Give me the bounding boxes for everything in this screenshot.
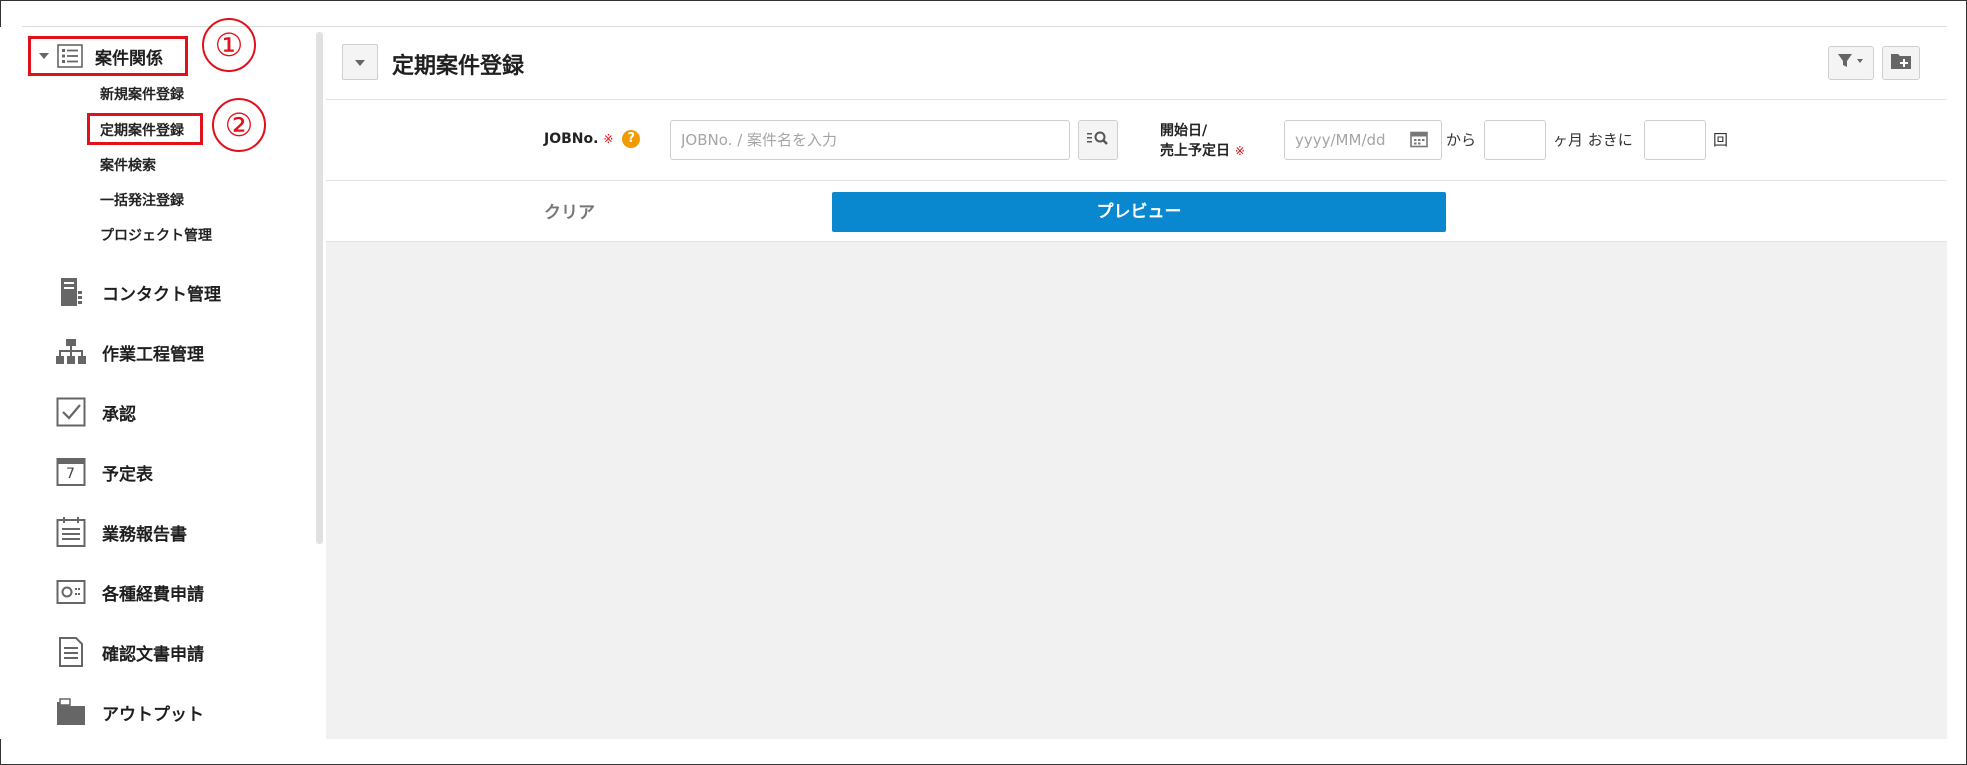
annotation-marker-2: ② [212,98,266,152]
sidebar-item-label: 作業工程管理 [102,344,204,365]
interval-text: ヶ月 おきに [1553,131,1633,149]
preview-button[interactable]: プレビュー [832,192,1446,232]
results-area [326,242,1947,739]
page-header: 定期案件登録 [326,27,1947,100]
calendar-icon: 7 [54,455,88,489]
sidebar-item-report[interactable]: 業務報告書 [54,515,187,549]
sidebar-item-expense[interactable]: 各種経費申請 [54,575,204,609]
search-form: JOBNo. ※ ? 開始日/ 売上予定日 ※ [326,100,1947,181]
calendar-icon[interactable] [1410,130,1428,152]
add-folder-icon [1890,52,1912,74]
sidebar-item-workflow[interactable]: 作業工程管理 [54,335,204,369]
contact-icon [54,275,88,309]
start-date-label: 開始日/ 売上予定日 ※ [1160,121,1245,161]
help-icon[interactable]: ? [622,130,641,148]
sidebar-item-schedule[interactable]: 7 予定表 [54,455,153,489]
checkbox-icon [54,395,88,429]
sidebar-item-label: 案件関係 [95,48,163,69]
from-text: から [1446,131,1477,149]
page-title: 定期案件登録 [392,54,525,79]
filter-button[interactable] [1828,46,1874,80]
start-date-label-line1: 開始日/ [1160,123,1208,139]
required-mark: ※ [1234,144,1245,158]
add-button[interactable] [1882,46,1920,80]
sidebar-subitem-bulk-order[interactable]: 一括発注登録 [100,190,184,210]
sidebar-item-label: 確認文書申請 [102,644,204,665]
sidebar-item-label: 各種経費申請 [102,584,204,605]
filter-icon [1837,53,1865,73]
sidebar-subitem-case-search[interactable]: 案件検索 [100,155,156,175]
job-no-input[interactable] [670,120,1070,160]
calendar-day-text: 7 [66,466,75,482]
sidebar-item-label: 予定表 [102,464,153,485]
sidebar-item-label: コンタクト管理 [102,284,221,305]
job-search-button[interactable] [1078,120,1118,160]
sidebar-item-contacts[interactable]: コンタクト管理 [54,275,221,309]
chevron-down-icon [355,60,365,66]
start-date-label-line2: 売上予定日 [1160,143,1230,159]
job-no-label-text: JOBNo. [544,131,599,147]
sidebar-item-label: 承認 [102,404,136,425]
sidebar-subitem-new-case[interactable]: 新規案件登録 [100,84,184,104]
list-icon [57,43,83,69]
sidebar-scrollbar[interactable] [316,32,323,544]
action-bar: クリア プレビュー [326,181,1947,242]
sidebar-item-output[interactable]: アウトプット [54,695,204,729]
menu-toggle-button[interactable] [342,44,378,80]
sidebar-item-label: アウトプット [102,704,204,725]
months-input[interactable] [1484,120,1546,160]
folder-icon [54,695,88,729]
search-icon [1086,130,1110,150]
sidebar-item-label: 業務報告書 [102,524,187,545]
clear-button[interactable]: クリア [544,198,595,223]
workflow-icon [54,335,88,369]
document-icon [54,635,88,669]
sidebar-item-approval[interactable]: 承認 [54,395,136,429]
main-content: 定期案件登録 JOBNo. ※ ? JOBNo. / 案件名を入力 開始日/ 売… [326,27,1947,739]
sidebar-subitem-project[interactable]: プロジェクト管理 [100,225,212,245]
sidebar-subitem-recurring-case[interactable]: 定期案件登録 [100,120,184,140]
expense-icon [54,575,88,609]
chevron-down-icon[interactable] [39,53,49,59]
times-text: 回 [1713,131,1729,149]
sidebar-item-confirm-doc[interactable]: 確認文書申請 [54,635,204,669]
times-input[interactable] [1644,120,1706,160]
sidebar-item-cases[interactable]: 案件関係 [28,36,188,76]
job-no-label: JOBNo. ※ ? [544,130,641,148]
annotation-marker-1: ① [202,18,256,72]
required-mark: ※ [603,132,614,146]
report-icon [54,515,88,549]
